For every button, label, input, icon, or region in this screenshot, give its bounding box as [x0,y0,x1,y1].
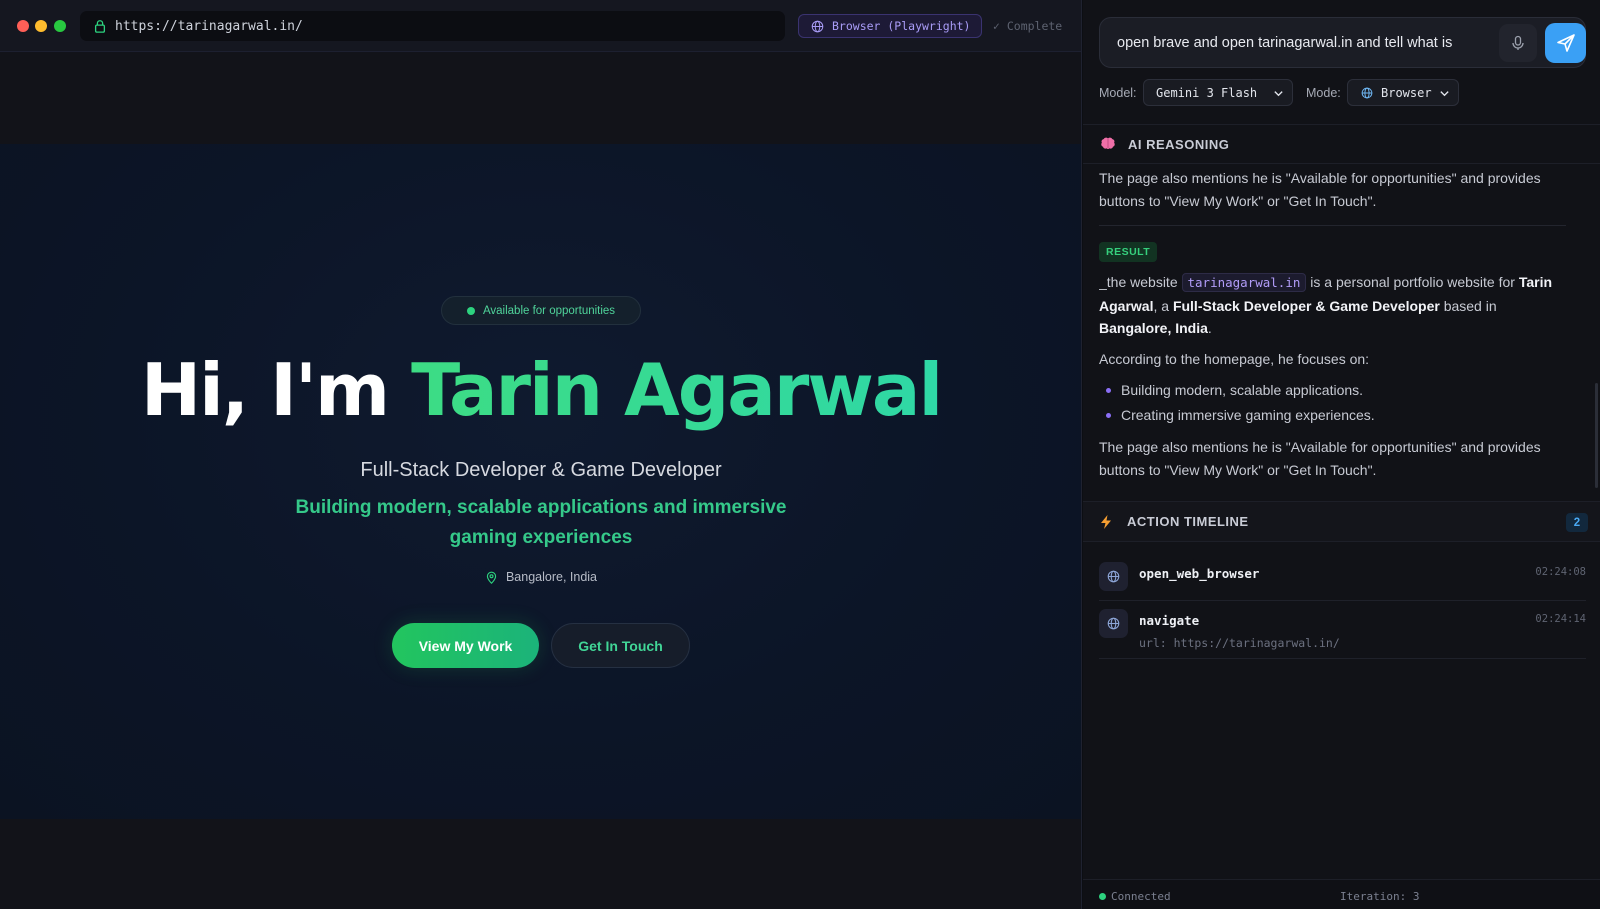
view-my-work-button[interactable]: View My Work [392,623,539,668]
engine-badge-label: Browser (Playwright) [832,19,971,33]
chevron-down-icon [1440,91,1449,97]
hero-location: Bangalore, India [0,570,1081,584]
window-maximize-button[interactable] [54,20,66,32]
prompt-input[interactable] [1100,18,1495,67]
connection-status-icon [1099,893,1106,900]
focus-intro: According to the homepage, he focuses on… [1099,350,1370,367]
timeline-action-detail: url: https://tarinagarwal.in/ [1139,636,1340,650]
window-close-button[interactable] [17,20,29,32]
mode-select-value: Browser [1381,85,1432,100]
focus-list: Building modern, scalable applications. … [1099,378,1571,428]
timeline-action-name: open_web_browser [1139,566,1260,581]
site-below-fold [0,819,1081,909]
send-icon [1556,34,1575,52]
timeline-time: 02:24:14 [1535,613,1586,625]
timeline-action-name: navigate [1139,613,1200,628]
timeline-item[interactable]: navigate 02:24:14 url: https://tarinagar… [1099,608,1586,659]
timeline-item[interactable]: open_web_browser 02:24:08 [1099,561,1586,601]
status-bar: Connected Iteration: 3 [1083,879,1600,909]
hero-tagline: Building modern, scalable applications a… [295,497,787,548]
timeline-time: 02:24:08 [1535,566,1586,578]
location-text: Bangalore, India [505,570,598,584]
url-text: https://tarinagarwal.in/ [115,18,303,34]
lightning-icon [1101,514,1111,529]
domain-code: tarinagarwal.in [1181,273,1307,292]
model-select[interactable]: Gemini 3 Flash [1143,79,1293,106]
model-label: Model: [1099,86,1137,100]
address-bar[interactable]: https://tarinagarwal.in/ [80,11,785,41]
availability-text: Available for opportunities [482,304,616,317]
browser-viewport: https://tarinagarwal.in/ Browser (Playwr… [0,0,1082,909]
reasoning-header[interactable]: AI REASONING [1083,124,1600,164]
hero-greeting: Hi, I'm [140,348,390,432]
globe-icon [1107,570,1120,583]
globe-icon [1361,87,1373,98]
list-item: Building modern, scalable applications. [1099,378,1571,403]
lock-icon [94,20,106,33]
result-text: _the website tarinagarwal.in is a person… [1099,273,1553,336]
globe-icon [811,20,824,32]
divider [1099,225,1566,226]
location-pin-icon [486,571,497,584]
connection-status: Connected [1111,890,1171,903]
send-button[interactable] [1545,23,1586,63]
status-dot-icon [466,306,475,315]
reasoning-content: The page also mentions he is "Available … [1099,164,1571,500]
agent-panel: Model: Gemini 3 Flash Mode: Browser AI R… [1083,0,1600,909]
reasoning-final-text: The page also mentions he is "Available … [1099,439,1541,478]
browser-engine-badge: Browser (Playwright) [798,14,982,38]
get-in-touch-button[interactable]: Get In Touch [551,623,690,668]
result-badge: RESULT [1099,242,1158,262]
hero-name: Tarin Agarwal [411,348,943,432]
browser-toolbar: https://tarinagarwal.in/ Browser (Playwr… [0,0,1081,52]
list-item: Creating immersive gaming experiences. [1099,403,1571,428]
brain-icon [1101,137,1115,149]
reasoning-title: AI REASONING [1128,136,1230,152]
browser-status: ✓ Complete [993,19,1063,33]
timeline-header[interactable]: ACTION TIMELINE 2 [1083,501,1600,542]
reasoning-scrollbar[interactable] [1595,383,1598,488]
hero-title: Hi, I'm Tarin Agarwal [0,348,1081,432]
microphone-button[interactable] [1499,24,1537,62]
hero-subtitle: Full-Stack Developer & Game Developer [360,459,722,481]
site-navbar-area [0,53,1081,144]
chevron-down-icon [1274,91,1283,97]
timeline-icon-box [1099,609,1128,638]
iteration-counter: Iteration: 3 [1340,890,1420,903]
prompt-box [1099,17,1586,68]
availability-badge: Available for opportunities [441,296,641,325]
timeline-icon-box [1099,562,1128,591]
reasoning-previous-text: The page also mentions he is "Available … [1099,170,1541,209]
timeline-title: ACTION TIMELINE [1127,514,1249,529]
globe-icon [1107,617,1120,630]
mode-label: Mode: [1306,86,1341,100]
timeline-count-badge: 2 [1566,513,1588,532]
microphone-icon [1512,35,1524,50]
window-minimize-button[interactable] [35,20,47,32]
mode-select[interactable]: Browser [1347,79,1459,106]
model-select-value: Gemini 3 Flash [1156,85,1258,100]
